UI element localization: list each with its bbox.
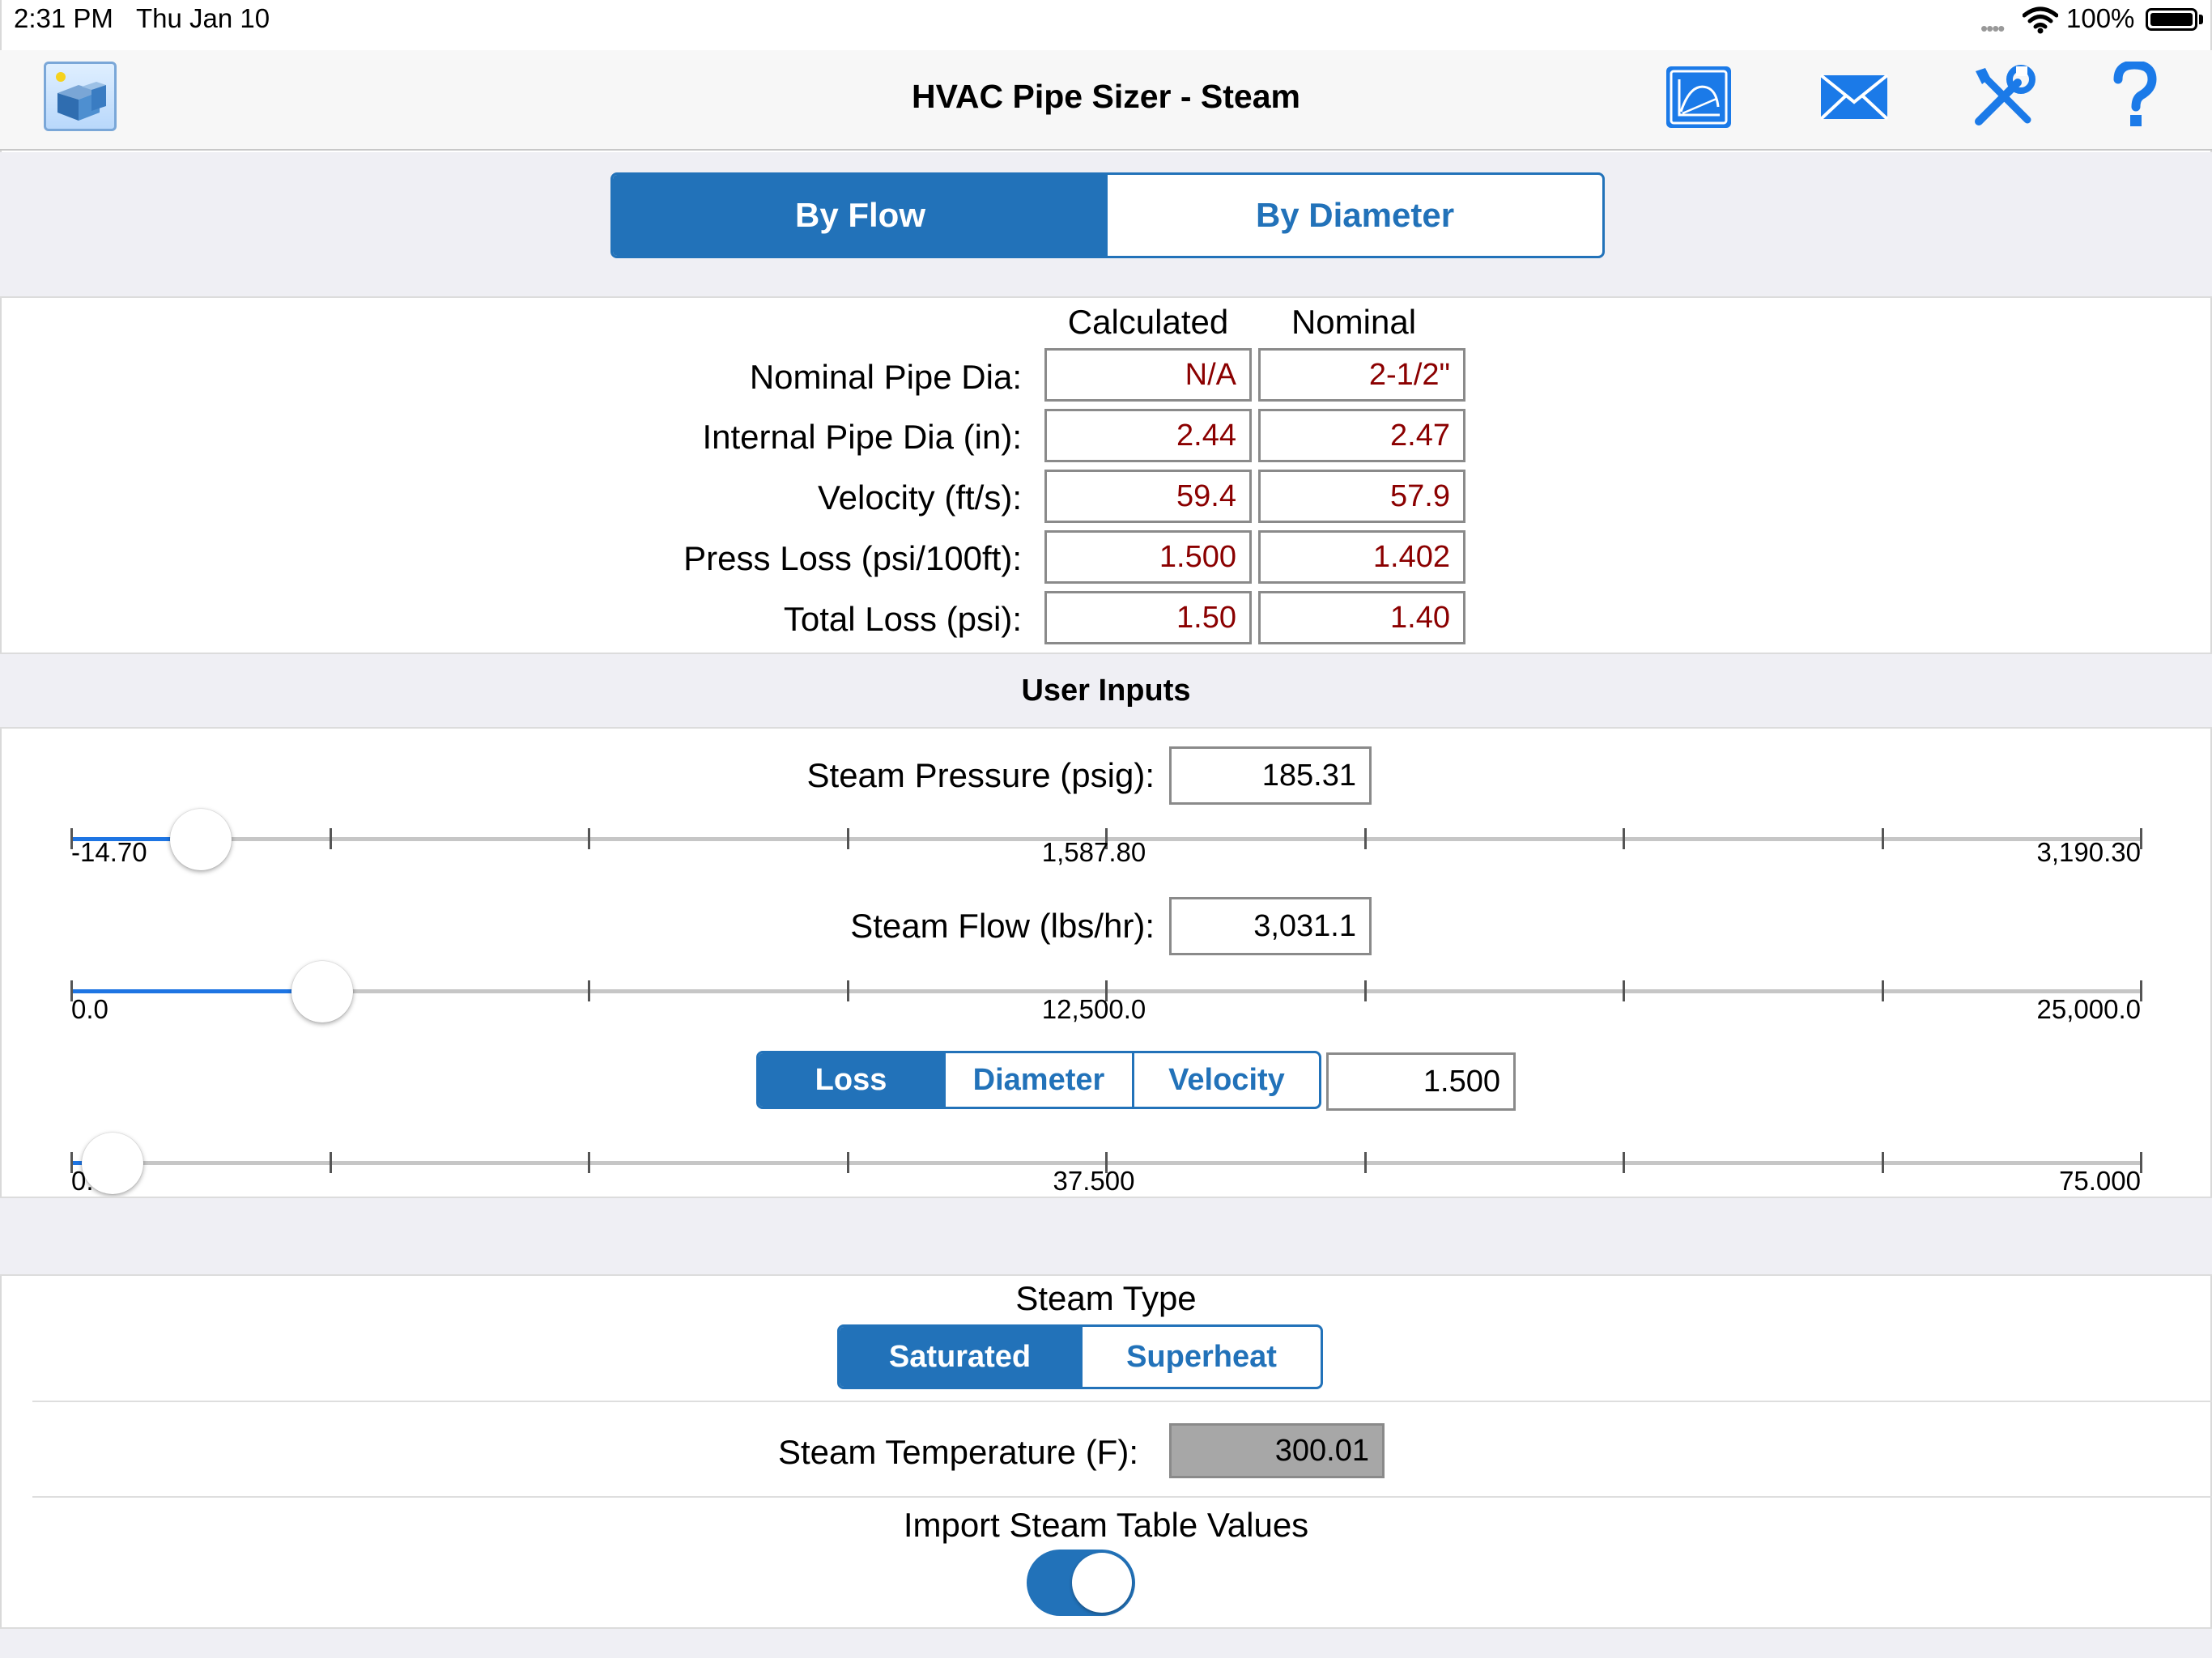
slider-tick [588,828,590,849]
tab-diameter[interactable]: Diameter [943,1053,1132,1107]
slider-tick [1363,980,1367,1001]
steam-temperature-label: Steam Temperature (F): [777,1433,1138,1471]
calculated-press-loss: 1.500 [1044,530,1252,584]
chart-icon [1670,70,1728,125]
bottom-band [0,1627,2212,1658]
slider-tick [846,828,849,849]
row-label-velocity: Velocity (ft/s): [817,478,1022,517]
slider-tick [329,1152,332,1173]
user-inputs-title: User Inputs [1021,674,1191,708]
nominal-nominal-pipe-dia: 2-1/2" [1258,348,1465,402]
steam-flow-label: Steam Flow (lbs/hr): [850,907,1155,945]
calculated-total-loss: 1.50 [1044,591,1252,644]
tab-superheat[interactable]: Superheat [1079,1327,1321,1387]
toggle-knob [1072,1553,1132,1613]
slider-tick [588,980,590,1001]
battery-percent: 100% [2066,3,2135,33]
slider-tick [329,828,332,849]
slider-tick [846,980,849,1001]
slider-tick [1881,1152,1884,1173]
tab-by-diameter[interactable]: By Diameter [1108,175,1602,256]
battery-icon [2146,8,2197,31]
help-icon[interactable] [2112,60,2157,130]
tab-saturated[interactable]: Saturated [840,1327,1080,1387]
slider-thumb[interactable] [170,809,232,870]
row-label-internal-pipe-dia: Internal Pipe Dia (in): [702,418,1022,456]
wifi-icon [2022,6,2059,34]
column-header-calculated: Calculated [1067,303,1229,341]
slider-thumb[interactable] [82,1133,144,1194]
slider-tick [1363,828,1367,849]
calculated-nominal-pipe-dia: N/A [1044,348,1252,402]
slider-thumb[interactable] [291,961,353,1022]
column-header-nominal: Nominal [1291,303,1417,341]
chart-button[interactable] [1666,66,1731,128]
calculated-internal-pipe-dia: 2.44 [1044,409,1252,462]
slider-max-label: 3,190.30 [2036,837,2141,867]
row-label-total-loss: Total Loss (psi): [783,600,1022,638]
slider-tick [588,1152,590,1173]
slider-fill [71,989,322,993]
slider-min-label: 0.0 [71,994,108,1024]
slider-tick [1623,980,1625,1001]
settings-tools-icon[interactable] [1967,63,2037,133]
signal-icon: •••• [1980,16,2005,40]
steam-type-label: Steam Type [1015,1279,1197,1317]
slider-tick [1881,828,1884,849]
slider-tick [1623,1152,1625,1173]
tab-by-flow[interactable]: By Flow [613,175,1108,256]
slider-mid-label: 12,500.0 [1041,994,1146,1024]
tab-velocity[interactable]: Velocity [1131,1053,1319,1107]
slider-mid-label: 1,587.80 [1041,837,1146,867]
nominal-total-loss: 1.40 [1258,591,1465,644]
row-label-nominal-pipe-dia: Nominal Pipe Dia: [749,358,1022,396]
status-time: 2:31 PM [14,3,113,33]
criteria-slider[interactable]: 0.000 37.500 75.000 [0,1133,2212,1197]
nominal-velocity: 57.9 [1258,470,1465,523]
calculated-velocity: 59.4 [1044,470,1252,523]
nominal-press-loss: 1.402 [1258,530,1465,584]
steam-pressure-input[interactable]: 185.31 [1169,746,1372,805]
mode-segmented-control: By Flow By Diameter [610,172,1605,258]
slider-mid-label: 37.500 [1053,1166,1135,1196]
steam-pressure-label: Steam Pressure (psig): [806,756,1155,794]
steam-flow-input[interactable]: 3,031.1 [1169,897,1372,955]
import-steam-table-toggle[interactable] [1027,1550,1135,1616]
slider-max-label: 75.000 [2059,1166,2141,1196]
battery-tip [2199,15,2203,24]
slider-min-label: -14.70 [71,837,147,867]
criteria-segmented-control: Loss Diameter Velocity [756,1051,1321,1109]
status-date: Thu Jan 10 [136,3,270,33]
row-label-press-loss: Press Loss (psi/100ft): [683,539,1022,577]
import-steam-table-label: Import Steam Table Values [903,1506,1309,1544]
divider [32,1401,2212,1402]
section-spacer-band [0,1197,2212,1276]
steam-temperature-value: 300.01 [1169,1423,1385,1478]
divider [32,1496,2212,1498]
criteria-input[interactable]: 1.500 [1326,1052,1516,1111]
tab-loss[interactable]: Loss [759,1053,943,1107]
nominal-internal-pipe-dia: 2.47 [1258,409,1465,462]
mail-icon[interactable] [1819,73,1890,121]
slider-tick [1881,980,1884,1001]
slider-tick [846,1152,849,1173]
steam-pressure-slider[interactable]: -14.70 1,587.80 3,190.30 [0,809,2212,891]
slider-tick [1363,1152,1367,1173]
slider-tick [1623,828,1625,849]
steam-type-segmented-control: Saturated Superheat [837,1324,1323,1389]
slider-max-label: 25,000.0 [2036,994,2141,1024]
steam-flow-slider[interactable]: 0.0 12,500.0 25,000.0 [0,961,2212,1043]
